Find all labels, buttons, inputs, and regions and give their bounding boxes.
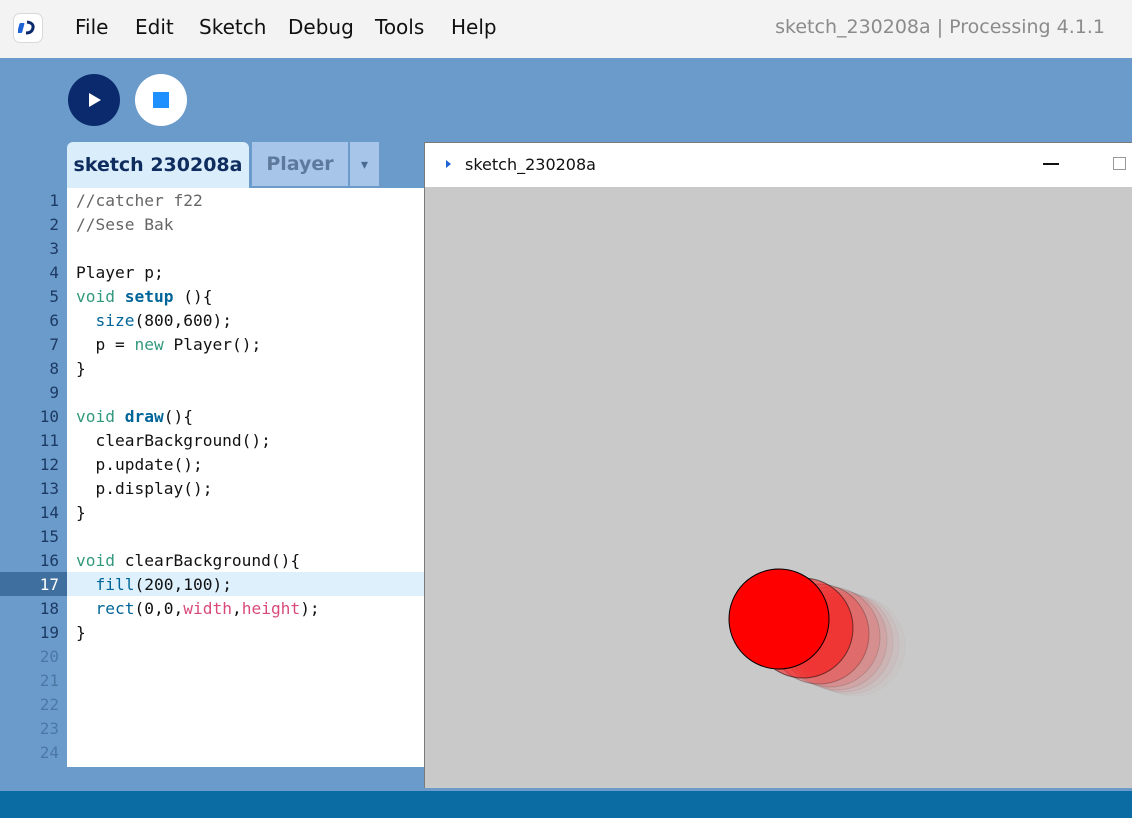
tab-sketch-230208a[interactable]: sketch 230208a bbox=[67, 142, 249, 188]
code-line: } bbox=[76, 623, 86, 642]
menu-edit[interactable]: Edit bbox=[135, 15, 174, 39]
line-number: 8 bbox=[49, 359, 59, 378]
code-line: //catcher f22 bbox=[76, 191, 203, 210]
code-line: void clearBackground(){ bbox=[76, 551, 301, 570]
menu-debug[interactable]: Debug bbox=[288, 15, 354, 39]
code-line: p = new Player(); bbox=[76, 335, 262, 354]
code-line: void draw(){ bbox=[76, 407, 193, 426]
code-line: Player p; bbox=[76, 263, 164, 282]
sketch-canvas[interactable] bbox=[425, 187, 1132, 788]
line-number: 23 bbox=[39, 719, 59, 738]
line-number: 4 bbox=[49, 263, 59, 282]
line-number: 22 bbox=[39, 695, 59, 714]
tab-menu-button[interactable]: ▾ bbox=[350, 142, 379, 186]
line-number: 11 bbox=[39, 431, 59, 450]
line-number: 5 bbox=[49, 287, 59, 306]
menu-help[interactable]: Help bbox=[451, 15, 497, 39]
code-line: //Sese Bak bbox=[76, 215, 174, 234]
line-number: 17 bbox=[39, 575, 59, 594]
sketch-window-title: sketch_230208a bbox=[465, 155, 596, 174]
line-number: 9 bbox=[49, 383, 59, 402]
sketch-output-window[interactable]: sketch_230208a bbox=[424, 142, 1132, 788]
window-title: sketch_230208a | Processing 4.1.1 bbox=[775, 16, 1105, 38]
line-number: 24 bbox=[39, 743, 59, 762]
line-number: 1 bbox=[49, 191, 59, 210]
ball bbox=[728, 568, 830, 670]
minimize-button[interactable] bbox=[1043, 163, 1059, 165]
code-line: size(800,600); bbox=[95, 311, 232, 330]
sketch-drawing bbox=[728, 568, 894, 693]
line-number: 13 bbox=[39, 479, 59, 498]
code-line: void setup (){ bbox=[76, 287, 213, 306]
line-number: 18 bbox=[39, 599, 59, 618]
line-number: 15 bbox=[39, 527, 59, 546]
code-line: } bbox=[76, 503, 86, 522]
line-number: 7 bbox=[49, 335, 59, 354]
play-icon bbox=[89, 93, 101, 107]
code-line: } bbox=[76, 359, 86, 378]
menu-file[interactable]: File bbox=[75, 15, 108, 39]
line-number: 14 bbox=[39, 503, 59, 522]
processing-logo-icon bbox=[14, 14, 42, 42]
run-button[interactable] bbox=[68, 74, 120, 126]
sketch-titlebar[interactable]: sketch_230208a bbox=[425, 143, 1132, 187]
line-number: 16 bbox=[39, 551, 59, 570]
menubar: File Edit Sketch Debug Tools Help sketch… bbox=[0, 0, 1132, 58]
line-number: 10 bbox=[39, 407, 59, 426]
line-number: 12 bbox=[39, 455, 59, 474]
line-number: 20 bbox=[39, 647, 59, 666]
code-line: fill(200,100); bbox=[95, 575, 232, 594]
code-line: p.update(); bbox=[76, 455, 203, 474]
stop-icon bbox=[153, 92, 169, 108]
menu-tools[interactable]: Tools bbox=[375, 15, 424, 39]
code-line: p.display(); bbox=[76, 479, 213, 498]
line-number: 3 bbox=[49, 239, 59, 258]
line-number: 21 bbox=[39, 671, 59, 690]
line-number: 19 bbox=[39, 623, 59, 642]
menu-sketch[interactable]: Sketch bbox=[199, 15, 266, 39]
line-number: 2 bbox=[49, 215, 59, 234]
line-number: 6 bbox=[49, 311, 59, 330]
maximize-button[interactable] bbox=[1113, 157, 1126, 170]
status-bar bbox=[0, 791, 1132, 818]
stop-button[interactable] bbox=[135, 74, 187, 126]
processing-sketch-icon bbox=[446, 160, 451, 168]
tab-player[interactable]: Player bbox=[252, 142, 348, 186]
code-line: clearBackground(); bbox=[76, 431, 271, 450]
code-line: rect(0,0,width,height); bbox=[95, 599, 320, 618]
